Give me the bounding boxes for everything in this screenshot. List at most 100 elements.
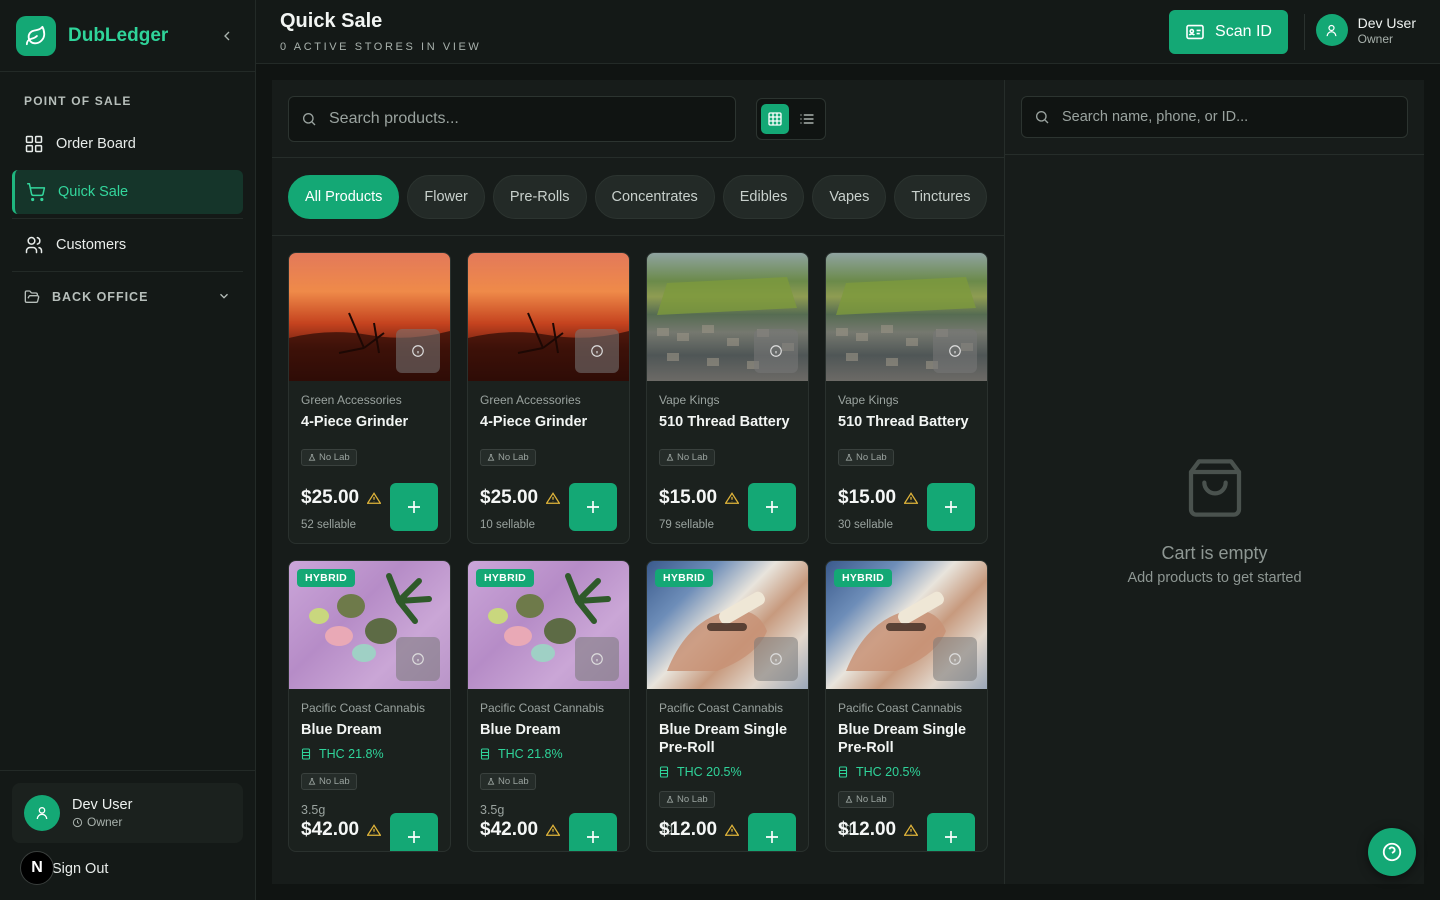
- strain-badge: HYBRID: [655, 569, 714, 587]
- price-value: $15.00: [838, 487, 897, 508]
- price-value: $12.00: [838, 819, 897, 840]
- product-info-button[interactable]: [396, 637, 440, 681]
- scan-id-label: Scan ID: [1215, 23, 1272, 40]
- add-to-cart-button[interactable]: [390, 813, 438, 851]
- collapse-sidebar-button[interactable]: [215, 24, 239, 48]
- user-meta: Dev User Owner: [72, 797, 132, 829]
- sellable-count: 79 sellable: [659, 519, 714, 531]
- page-subtitle: 0 ACTIVE STORES IN VIEW: [280, 41, 482, 53]
- product-info-button[interactable]: [933, 329, 977, 373]
- thc-line: THC 20.5%: [838, 765, 975, 779]
- customer-search-input[interactable]: [1062, 109, 1382, 125]
- product-card[interactable]: HYBRID Pacific Coast Cannabis Blue Dream…: [288, 560, 451, 852]
- product-info-button[interactable]: [754, 329, 798, 373]
- header-user-menu[interactable]: Dev User Owner: [1315, 14, 1416, 46]
- category-chip-vapes[interactable]: Vapes: [812, 174, 887, 219]
- add-to-cart-button[interactable]: [748, 813, 796, 851]
- product-brand: Vape Kings: [659, 393, 720, 407]
- thc-value: THC 21.8%: [498, 747, 563, 761]
- user-role: Owner: [72, 815, 132, 829]
- header-divider: [1304, 14, 1305, 50]
- add-to-cart-button[interactable]: [569, 483, 617, 531]
- product-image: [289, 253, 450, 381]
- card-body: Pacific Coast Cannabis Blue Dream THC 21…: [289, 689, 450, 817]
- grid-view-button[interactable]: [761, 103, 789, 134]
- product-search-input[interactable]: [329, 109, 709, 128]
- product-card[interactable]: HYBRID Pacific Coast Cannabis Blue Dream…: [825, 560, 988, 852]
- category-chip-flower[interactable]: Flower: [407, 174, 485, 219]
- product-card[interactable]: Vape Kings 510 Thread Battery No Lab $15…: [646, 252, 809, 544]
- lab-badge: No Lab: [838, 449, 894, 466]
- lab-label: No Lab: [319, 452, 350, 463]
- card-body: Vape Kings 510 Thread Battery No Lab: [826, 381, 987, 467]
- lab-badge: No Lab: [838, 791, 894, 808]
- info-icon: [770, 345, 782, 357]
- product-info-button[interactable]: [933, 637, 977, 681]
- product-info-button[interactable]: [754, 637, 798, 681]
- category-chip-pre-rolls[interactable]: Pre-Rolls: [492, 174, 587, 219]
- add-to-cart-button[interactable]: [569, 813, 617, 851]
- product-card[interactable]: HYBRID Pacific Coast Cannabis Blue Dream…: [646, 560, 809, 852]
- help-button[interactable]: [1368, 828, 1416, 876]
- list-icon: [800, 113, 814, 124]
- lab-label: No Lab: [856, 794, 887, 805]
- price-value: $25.00: [301, 487, 360, 508]
- category-chip-all[interactable]: All Products: [288, 174, 400, 219]
- product-info-button[interactable]: [575, 329, 619, 373]
- cart-toolbar: [1005, 80, 1424, 155]
- category-chip-concentrates[interactable]: Concentrates: [594, 174, 715, 219]
- price-row: $42.00: [480, 813, 617, 851]
- add-to-cart-button[interactable]: [390, 483, 438, 531]
- potency-icon: [659, 766, 669, 778]
- empty-cart-subtitle: Add products to get started: [1127, 570, 1302, 586]
- price: $42.00: [480, 819, 569, 841]
- price: $25.00: [301, 487, 390, 509]
- users-icon: [24, 235, 44, 255]
- category-chip-tinctures[interactable]: Tinctures: [894, 174, 988, 219]
- warning-icon: [546, 824, 561, 836]
- product-card[interactable]: Green Accessories 4-Piece Grinder No Lab…: [288, 252, 451, 544]
- info-icon: [591, 653, 603, 665]
- list-view-button[interactable]: [793, 104, 821, 134]
- category-chip-edibles[interactable]: Edibles: [722, 174, 805, 219]
- product-info-button[interactable]: [396, 329, 440, 373]
- add-to-cart-button[interactable]: [927, 483, 975, 531]
- flask-icon: [845, 796, 853, 803]
- leaf-logo-icon[interactable]: [16, 15, 56, 56]
- sidebar-item-customers[interactable]: Customers: [12, 223, 243, 267]
- price-block: $25.00 52 sellable: [301, 487, 390, 531]
- product-grid: Green Accessories 4-Piece Grinder No Lab…: [288, 252, 988, 852]
- grid-icon: [24, 134, 44, 154]
- product-image: HYBRID: [289, 561, 450, 689]
- warning-icon: [725, 492, 740, 504]
- sign-out-label: Sign Out: [52, 861, 109, 877]
- lab-label: No Lab: [856, 452, 887, 463]
- sidebar-item-order-board[interactable]: Order Board: [12, 122, 243, 166]
- back-office-toggle[interactable]: BACK OFFICE: [0, 272, 255, 322]
- product-card[interactable]: HYBRID Pacific Coast Cannabis Blue Dream…: [467, 560, 630, 852]
- strain-badge: HYBRID: [297, 569, 356, 587]
- card-body: Green Accessories 4-Piece Grinder No Lab: [468, 381, 629, 467]
- scan-id-button[interactable]: Scan ID: [1169, 10, 1288, 54]
- next-badge[interactable]: N: [20, 851, 54, 885]
- info-icon: [412, 345, 424, 357]
- sign-out-button[interactable]: N Sign Out: [12, 849, 243, 889]
- add-to-cart-button[interactable]: [748, 483, 796, 531]
- sellable-count: 52 sellable: [301, 519, 356, 531]
- product-card[interactable]: Green Accessories 4-Piece Grinder No Lab…: [467, 252, 630, 544]
- product-name: Blue Dream: [301, 722, 382, 738]
- lab-label: No Lab: [319, 776, 350, 787]
- warning-icon: [367, 824, 382, 836]
- info-icon: [949, 345, 961, 357]
- lab-badge: No Lab: [301, 449, 357, 466]
- flask-icon: [666, 454, 674, 461]
- price-block: $42.00: [301, 819, 390, 841]
- add-to-cart-button[interactable]: [927, 813, 975, 851]
- thc-value: THC 20.5%: [677, 765, 742, 779]
- page-title: Quick Sale: [280, 10, 383, 32]
- sidebar-item-quick-sale[interactable]: Quick Sale: [12, 170, 243, 214]
- product-card[interactable]: Vape Kings 510 Thread Battery No Lab $15…: [825, 252, 988, 544]
- lab-label: No Lab: [498, 776, 529, 787]
- user-card[interactable]: Dev User Owner: [12, 783, 243, 843]
- product-info-button[interactable]: [575, 637, 619, 681]
